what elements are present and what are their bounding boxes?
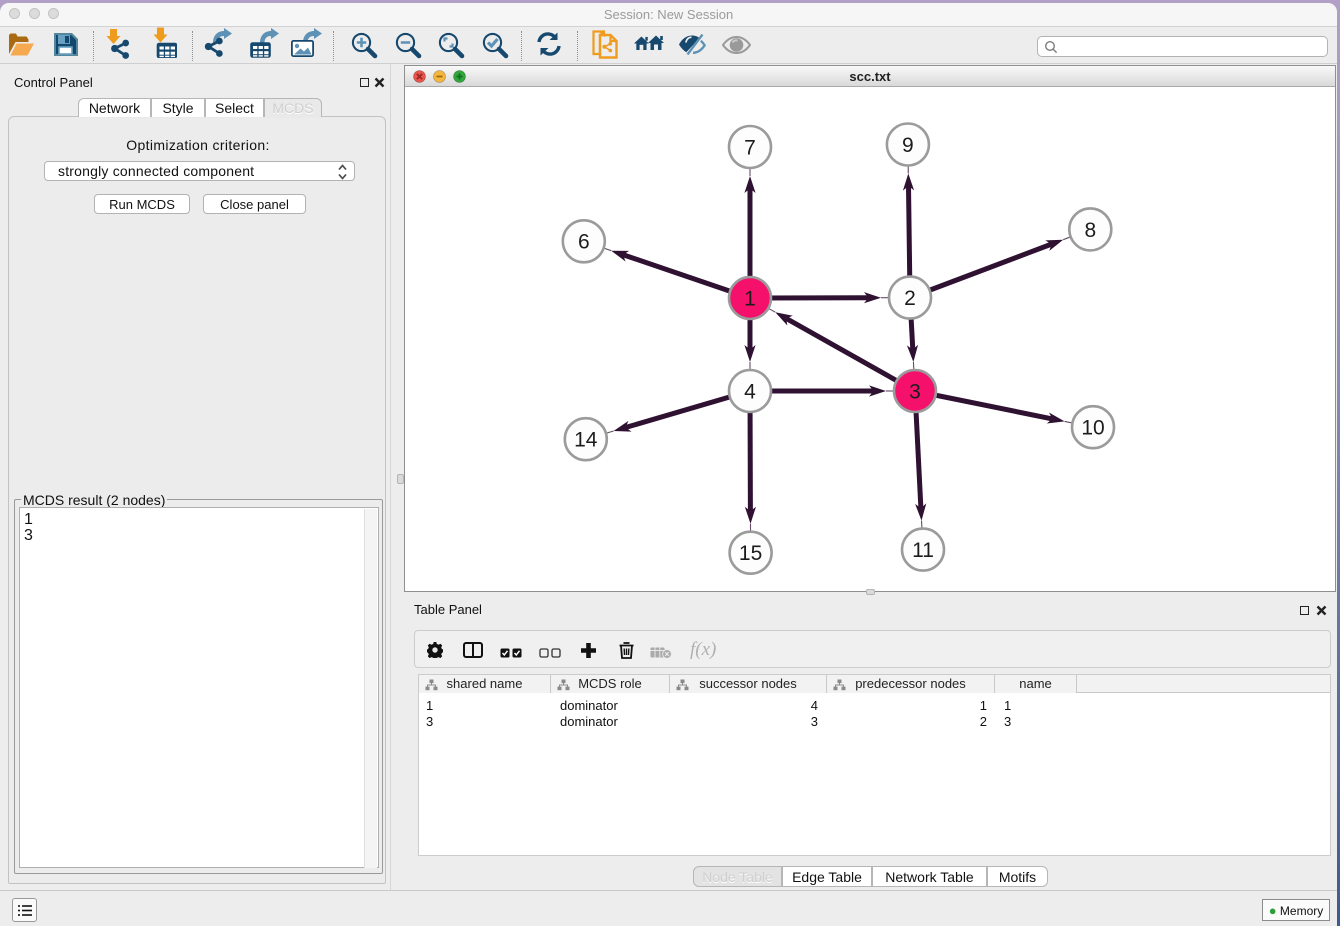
- svg-text:10: 10: [1081, 417, 1104, 440]
- svg-text:4: 4: [744, 380, 756, 403]
- svg-text:8: 8: [1084, 219, 1096, 242]
- svg-text:2: 2: [904, 287, 916, 310]
- svg-text:11: 11: [912, 539, 934, 562]
- svg-text:15: 15: [739, 542, 762, 565]
- svg-text:1: 1: [744, 287, 756, 310]
- svg-text:14: 14: [574, 429, 598, 452]
- svg-text:7: 7: [744, 136, 756, 159]
- svg-text:9: 9: [902, 134, 914, 157]
- svg-text:6: 6: [578, 231, 590, 254]
- svg-text:3: 3: [909, 380, 921, 403]
